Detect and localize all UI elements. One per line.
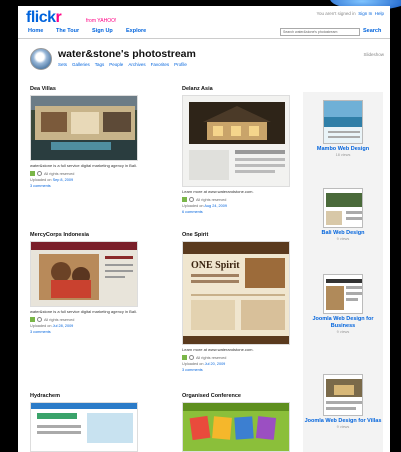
photo-thumbnail[interactable]: ONE Spirit xyxy=(182,241,290,345)
help-link[interactable]: Help xyxy=(375,11,384,16)
license-line: All rights reserved xyxy=(30,171,150,176)
license-text: All rights reserved xyxy=(44,171,75,176)
photo-grid: Dea Villas water&stone is a full service… xyxy=(26,84,296,452)
upload-date: Uploaded on Jul 28, 2009 xyxy=(30,324,74,328)
sidebar-thumbnail[interactable] xyxy=(323,100,363,144)
flickr-page: flickr from YAHOO! You aren't signed in … xyxy=(18,6,390,452)
photo-thumbnail[interactable] xyxy=(182,402,290,452)
license-icon xyxy=(182,197,187,202)
comments-link[interactable]: 6 comments xyxy=(182,210,302,214)
copyright-icon xyxy=(37,171,42,176)
sidebar-item[interactable]: Bali Web Design 9 views xyxy=(303,188,383,241)
photo-title[interactable]: Dea Villas xyxy=(30,86,150,92)
license-text: All rights reserved xyxy=(196,355,227,360)
sidebar-item-label[interactable]: Bali Web Design xyxy=(303,230,383,237)
nav-home[interactable]: Home xyxy=(28,28,43,34)
sidebar-item-views: 9 views xyxy=(336,425,350,429)
yahoo-tagline: from YAHOO! xyxy=(86,18,117,24)
license-text: All rights reserved xyxy=(196,197,227,202)
photo-thumbnail[interactable] xyxy=(182,95,290,187)
sidebar-item-views: 18 views xyxy=(335,153,351,157)
photo-caption: water&stone is a full service digital ma… xyxy=(30,163,137,168)
flickr-logo[interactable]: flickr xyxy=(26,9,62,27)
license-text: All rights reserved xyxy=(44,317,75,322)
photo-title[interactable]: One Spirit xyxy=(182,232,302,238)
photo-card: Delanz Asia Learn more at www.waterandst… xyxy=(182,86,302,214)
upload-date-link[interactable]: Sep 8, 2009 xyxy=(53,178,73,182)
signin-area: You aren't signed in Sign In Help xyxy=(316,11,384,16)
comments-link[interactable]: 3 comments xyxy=(30,330,150,334)
copyright-icon xyxy=(189,355,194,360)
buddy-icon[interactable] xyxy=(30,48,52,70)
upload-date-link[interactable]: Aug 24, 2009 xyxy=(204,204,227,208)
subnav-tags[interactable]: Tags xyxy=(95,62,105,67)
license-icon xyxy=(30,171,35,176)
sidebar-item-label[interactable]: Mambo Web Design xyxy=(303,146,383,153)
photo-card: Dea Villas water&stone is a full service… xyxy=(30,86,150,188)
sidebar-item-label[interactable]: Joomla Web Design for Villas xyxy=(303,418,383,425)
subnav-galleries[interactable]: Galleries xyxy=(72,62,90,67)
related-sidebar: Mambo Web Design 18 views Bali Web Desig… xyxy=(303,92,383,452)
photo-card: Organised Conference xyxy=(182,393,302,452)
photostream-subnav: Sets Galleries Tags People Archives Favorites… xyxy=(58,62,192,67)
license-line: All rights reserved xyxy=(30,317,150,322)
sidebar-item[interactable]: Joomla Web Design for Business 9 views xyxy=(303,274,383,334)
photo-title[interactable]: Hydrachem xyxy=(30,393,150,399)
upload-date-link[interactable]: Jul 28, 2009 xyxy=(53,324,74,328)
subnav-sets[interactable]: Sets xyxy=(58,62,67,67)
photo-thumbnail[interactable] xyxy=(30,402,138,452)
copyright-icon xyxy=(189,197,194,202)
sidebar-item-label[interactable]: Joomla Web Design for Business xyxy=(303,316,383,330)
upload-date: Uploaded on Jul 20, 2009 xyxy=(182,362,226,366)
upload-date: Uploaded on Aug 24, 2009 xyxy=(182,204,227,208)
photo-thumbnail[interactable] xyxy=(30,95,138,161)
photostream-header: water&stone's photostream Sets Galleries T… xyxy=(18,42,390,80)
comments-link[interactable]: 3 comments xyxy=(30,184,150,188)
nav-signup[interactable]: Sign Up xyxy=(92,28,113,34)
sidebar-thumbnail[interactable] xyxy=(323,374,363,416)
upload-date-link[interactable]: Jul 20, 2009 xyxy=(205,362,226,366)
top-bar: flickr from YAHOO! You aren't signed in … xyxy=(18,6,390,28)
sign-in-link[interactable]: Sign In xyxy=(358,11,372,16)
photo-caption: water&stone is a full service digital ma… xyxy=(30,309,137,314)
license-icon xyxy=(182,355,187,360)
sidebar-thumbnail[interactable] xyxy=(323,188,363,228)
logo-text: flick xyxy=(26,9,56,26)
sidebar-item-views: 9 views xyxy=(336,330,350,334)
nav-explore[interactable]: Explore xyxy=(126,28,146,34)
sidebar-item-views: 9 views xyxy=(336,237,350,241)
photo-card: One Spirit ONE Spirit Learn more at www.… xyxy=(182,232,302,372)
photo-caption: Learn more at www.waterandstone.com. xyxy=(182,189,254,194)
photo-title[interactable]: Delanz Asia xyxy=(182,86,302,92)
upload-date: Uploaded on Sep 8, 2009 xyxy=(30,178,74,182)
photo-card: MercyCorps Indonesia water&stone is a fu… xyxy=(30,232,150,334)
subnav-profile[interactable]: Profile xyxy=(174,62,187,67)
nav-tour[interactable]: The Tour xyxy=(56,28,79,34)
subnav-people[interactable]: People xyxy=(109,62,123,67)
sidebar-item[interactable]: Mambo Web Design 18 views xyxy=(303,100,383,157)
sidebar-thumbnail[interactable] xyxy=(323,274,363,314)
subnav-archives[interactable]: Archives xyxy=(128,62,145,67)
photo-card: Hydrachem xyxy=(30,393,150,452)
photo-title[interactable]: MercyCorps Indonesia xyxy=(30,232,150,238)
slideshow-link[interactable]: Slideshow xyxy=(363,52,384,57)
main-nav: Home The Tour Sign Up Explore Search wat… xyxy=(18,26,390,39)
logo-text-r: r xyxy=(55,9,62,26)
copyright-icon xyxy=(37,317,42,322)
license-line: All rights reserved xyxy=(182,355,302,360)
sidebar-item[interactable]: Joomla Web Design for Villas 9 views xyxy=(303,374,383,429)
search-input[interactable]: Search water&stone's photostream xyxy=(280,28,360,36)
photo-thumbnail[interactable] xyxy=(30,241,138,307)
photo-title[interactable]: Organised Conference xyxy=(182,393,302,399)
photo-caption: Learn more at www.waterandstone.com. xyxy=(182,347,254,352)
photo-headline: ONE Spirit xyxy=(191,260,240,271)
signin-status: You aren't signed in xyxy=(316,11,356,16)
search-button[interactable]: Search xyxy=(363,28,381,34)
license-line: All rights reserved xyxy=(182,197,302,202)
page-title: water&stone's photostream xyxy=(58,48,196,60)
comments-link[interactable]: 3 comments xyxy=(182,368,302,372)
license-icon xyxy=(30,317,35,322)
subnav-favorites[interactable]: Favorites xyxy=(151,62,170,67)
